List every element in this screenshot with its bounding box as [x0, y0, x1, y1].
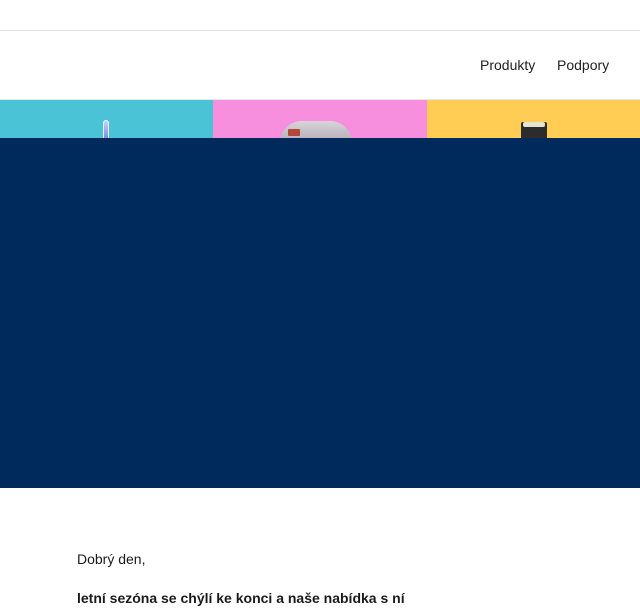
toothbrush-icon: [103, 120, 109, 140]
nav-link-produkty[interactable]: Produkty: [480, 57, 535, 73]
nav-link-podpory[interactable]: Podpory: [557, 57, 609, 73]
shaver-head: [523, 122, 545, 127]
banner-tile-toothbrush[interactable]: [0, 100, 213, 140]
hero-image: [0, 138, 640, 488]
greeting-text: Dobrý den,: [77, 551, 146, 567]
main-nav: Produkty Podpory: [0, 31, 640, 100]
banner-tile-ipl[interactable]: [213, 100, 427, 140]
device-lens: [288, 129, 300, 136]
product-banner: [0, 100, 640, 140]
top-bar: [0, 0, 640, 31]
banner-tile-shaver[interactable]: [427, 100, 640, 140]
lead-text: letní sezóna se chýlí ke konci a naše na…: [77, 590, 405, 606]
